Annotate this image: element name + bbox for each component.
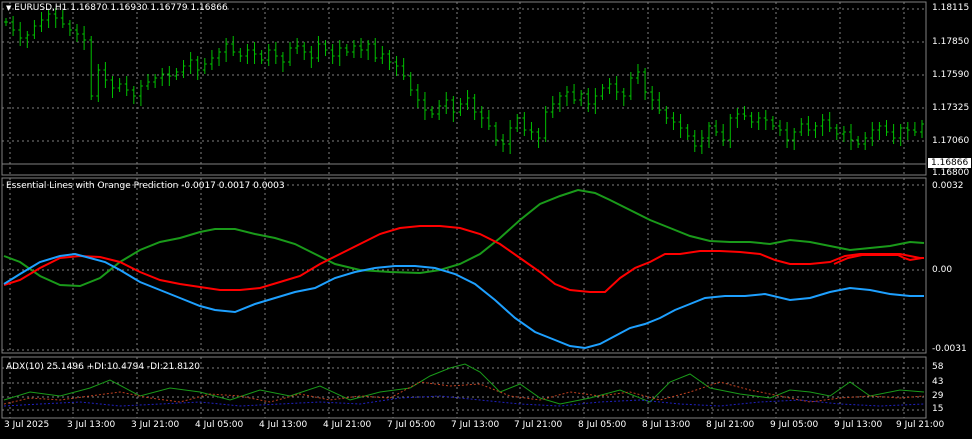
indicator-pane[interactable] — [1, 177, 927, 354]
price-bars — [4, 8, 924, 154]
trading-chart[interactable] — [0, 0, 972, 439]
time-label: 9 Jul 05:00 — [770, 420, 819, 430]
indicator-pane-frame — [1, 177, 927, 354]
adx-tick: 43 — [932, 377, 944, 387]
time-label: 8 Jul 05:00 — [578, 420, 627, 430]
time-label: 3 Jul 21:00 — [131, 420, 180, 430]
price-tick: 1.17590 — [932, 70, 970, 80]
time-label: 7 Jul 21:00 — [514, 420, 563, 430]
time-label: 3 Jul 2025 — [4, 420, 50, 430]
indicator-tick: 0.0032 — [932, 181, 964, 191]
adx-tick: 29 — [932, 391, 944, 401]
indicator-pane-header: Essential Lines with Orange Prediction -… — [6, 181, 285, 191]
price-tick: 1.18115 — [932, 3, 970, 13]
time-label: 8 Jul 21:00 — [706, 420, 755, 430]
price-tick: 1.16800 — [932, 168, 970, 178]
triangle-down-icon[interactable]: ▼ — [6, 4, 11, 12]
price-tick: 1.17060 — [932, 136, 970, 146]
blue-line — [3, 252, 924, 350]
indicator-tick: 0.00 — [932, 265, 953, 275]
price-pane-header[interactable]: ▼ EURUSD,H1 1.16870 1.16930 1.16779 1.16… — [6, 3, 228, 13]
price-pane[interactable] — [1, 1, 927, 176]
adx-pane-header: ADX(10) 25.1496 +DI:10.4794 -DI:21.8120 — [6, 362, 200, 372]
time-label: 7 Jul 05:00 — [387, 420, 436, 430]
price-pane-header-text: EURUSD,H1 1.16870 1.16930 1.16779 1.1686… — [14, 3, 228, 13]
indicator-axis[interactable]: 0.0032 0.00 -0.0031 — [926, 178, 972, 354]
time-label: 4 Jul 05:00 — [195, 420, 244, 430]
adx-axis[interactable]: 58 43 29 15 — [926, 357, 972, 418]
time-label: 9 Jul 21:00 — [896, 420, 945, 430]
time-axis[interactable]: 3 Jul 2025 3 Jul 13:00 3 Jul 21:00 4 Jul… — [0, 418, 972, 439]
time-label: 7 Jul 13:00 — [451, 420, 500, 430]
price-tick: 1.17325 — [932, 103, 970, 113]
price-axis[interactable]: 1.18115 1.17850 1.17590 1.17325 1.17060 … — [926, 0, 972, 178]
adx-tick: 15 — [932, 404, 944, 414]
time-label: 4 Jul 21:00 — [323, 420, 372, 430]
indicator-tick: -0.0031 — [932, 344, 967, 354]
time-label: 4 Jul 13:00 — [259, 420, 308, 430]
time-label: 9 Jul 13:00 — [834, 420, 883, 430]
indicator-grid — [2, 178, 926, 353]
price-tick: 1.17850 — [932, 37, 970, 47]
time-label: 8 Jul 13:00 — [642, 420, 691, 430]
time-label: 3 Jul 13:00 — [67, 420, 116, 430]
green-line — [3, 188, 925, 288]
adx-tick: 58 — [932, 362, 944, 372]
current-price-label: 1.16866 — [928, 158, 972, 168]
